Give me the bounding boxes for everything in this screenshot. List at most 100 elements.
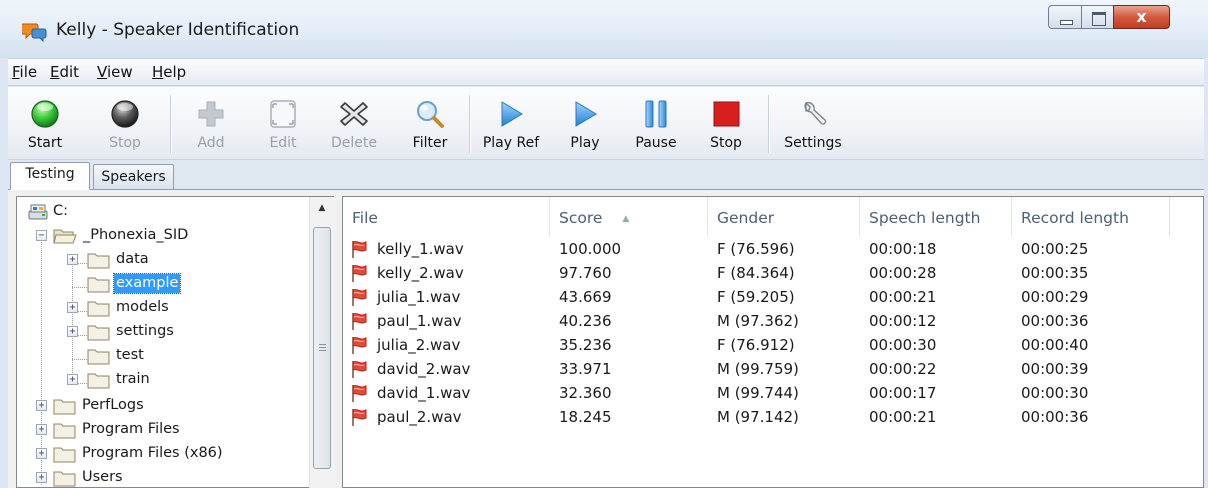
expand-icon: + <box>36 472 47 483</box>
tree-node-train[interactable]: + train <box>17 369 237 391</box>
cell-score: 18.245 <box>559 408 612 426</box>
play-label: Play <box>570 135 600 151</box>
cell-file: david_1.wav <box>377 384 471 402</box>
table-row[interactable]: julia_1.wav 43.669 F (59.205) 00:00:21 00:00… <box>343 286 1203 310</box>
cell-record-length: 00:00:29 <box>1021 288 1089 306</box>
table-row[interactable]: paul_2.wav 18.245 M (97.142) 00:00:21 00:00:… <box>343 406 1203 430</box>
cell-file: paul_2.wav <box>377 408 462 426</box>
grip-icon <box>319 344 326 352</box>
folder-tree-viewport: C: − _Phonexia_SID + data example + mode… <box>17 197 309 488</box>
stop-button[interactable]: Stop <box>98 87 152 160</box>
tree-node-program-files[interactable]: + Program Files <box>17 419 277 441</box>
tree-label: Program Files (x86) <box>82 445 223 461</box>
add-button[interactable]: Add <box>186 87 236 160</box>
expand-icon: + <box>67 302 78 313</box>
folder-icon <box>87 349 110 365</box>
pause-label: Pause <box>635 135 677 151</box>
cell-score: 32.360 <box>559 384 612 402</box>
app-logo-icon <box>22 23 47 42</box>
tree-node-users[interactable]: + Users <box>17 467 277 488</box>
cell-speech-length: 00:00:22 <box>869 360 937 378</box>
tree-node-settings[interactable]: + settings <box>17 321 237 343</box>
stop-playback-label: Stop <box>710 135 742 151</box>
tree-node-models[interactable]: + models <box>17 297 237 319</box>
column-header-gender[interactable]: Gender <box>708 197 860 237</box>
audio-flag-icon <box>352 337 367 354</box>
folder-icon <box>87 301 110 317</box>
cell-file: kelly_1.wav <box>377 240 464 258</box>
play-button[interactable]: Play <box>561 87 609 160</box>
column-header-record-length[interactable]: Record length <box>1012 197 1170 237</box>
filter-label: Filter <box>412 135 448 151</box>
title-bar[interactable]: Kelly - Speaker Identification x <box>0 0 1208 58</box>
tree-scrollbar[interactable]: ▲ <box>309 197 334 488</box>
folder-tree[interactable]: C: − _Phonexia_SID + data example + mode… <box>16 196 334 488</box>
tree-node-drive[interactable]: C: <box>23 201 143 223</box>
expand-icon: + <box>36 448 47 459</box>
cell-gender: F (76.596) <box>717 240 795 258</box>
expand-icon: + <box>67 374 78 385</box>
menu-help[interactable]: Help <box>152 63 186 81</box>
tree-node-example[interactable]: example <box>17 273 237 295</box>
pause-button[interactable]: Pause <box>628 87 684 160</box>
edit-frame-icon <box>270 100 296 128</box>
tab-testing[interactable]: Testing <box>10 162 90 190</box>
start-button[interactable]: Start <box>18 87 72 160</box>
close-button[interactable]: x <box>1113 5 1170 29</box>
cell-record-length: 00:00:40 <box>1021 336 1089 354</box>
tree-node-perflogs[interactable]: + PerfLogs <box>17 395 277 417</box>
sort-ascending-icon: ▲ <box>622 214 630 224</box>
cell-score: 40.236 <box>559 312 612 330</box>
table-row[interactable]: paul_1.wav 40.236 M (97.362) 00:00:12 00:00:… <box>343 310 1203 334</box>
tree-node-test[interactable]: test <box>17 345 237 367</box>
open-folder-icon <box>53 229 77 244</box>
collapse-icon: − <box>36 230 47 241</box>
filter-button[interactable]: Filter <box>402 87 458 160</box>
add-label: Add <box>197 135 225 151</box>
column-header-score[interactable]: Score ▲ <box>550 197 708 237</box>
table-row[interactable]: kelly_1.wav 100.000 F (76.596) 00:00:18 00:0… <box>343 238 1203 262</box>
menu-file[interactable]: File <box>12 63 37 81</box>
cell-record-length: 00:00:39 <box>1021 360 1089 378</box>
folder-icon <box>53 399 76 415</box>
scroll-up-icon[interactable]: ▲ <box>310 197 334 221</box>
cell-speech-length: 00:00:18 <box>869 240 937 258</box>
maximize-button[interactable] <box>1081 5 1114 29</box>
audio-flag-icon <box>352 241 367 258</box>
cell-record-length: 00:00:36 <box>1021 408 1089 426</box>
table-row[interactable]: julia_2.wav 35.236 F (76.912) 00:00:30 00:00… <box>343 334 1203 358</box>
delete-button[interactable]: Delete <box>326 87 382 160</box>
plus-icon <box>198 101 224 127</box>
toolbar-separator <box>768 95 769 153</box>
column-header-file[interactable]: File <box>343 197 550 237</box>
dark-circle-icon <box>111 100 139 128</box>
table-header: File Score ▲ Gender Speech length Record … <box>343 197 1203 237</box>
play-ref-button[interactable]: Play Ref <box>478 87 544 160</box>
tab-speakers[interactable]: Speakers <box>93 164 174 190</box>
folder-icon <box>87 325 110 341</box>
edit-label: Edit <box>269 135 297 151</box>
scrollbar-thumb[interactable] <box>313 227 331 469</box>
menu-edit[interactable]: Edit <box>50 63 79 81</box>
edit-button[interactable]: Edit <box>258 87 308 160</box>
menu-view[interactable]: View <box>97 63 133 81</box>
cell-score: 33.971 <box>559 360 612 378</box>
close-icon: x <box>1136 7 1147 26</box>
stop-playback-button[interactable]: Stop <box>700 87 752 160</box>
minimize-button[interactable] <box>1048 5 1082 29</box>
results-table[interactable]: File Score ▲ Gender Speech length Record … <box>342 196 1204 488</box>
table-row[interactable]: kelly_2.wav 97.760 F (84.364) 00:00:28 00:00… <box>343 262 1203 286</box>
tree-node-program-files-x86[interactable]: + Program Files (x86) <box>17 443 297 465</box>
expand-icon: + <box>36 400 47 411</box>
stop-square-icon <box>713 101 740 127</box>
tree-node-phonexia-sid[interactable]: − _Phonexia_SID <box>17 225 277 247</box>
cell-file: julia_1.wav <box>377 288 461 306</box>
column-header-speech-length[interactable]: Speech length <box>860 197 1012 237</box>
table-row[interactable]: david_1.wav 32.360 M (99.744) 00:00:17 00:00… <box>343 382 1203 406</box>
tree-label: PerfLogs <box>82 397 144 413</box>
tree-node-data[interactable]: + data <box>17 249 237 271</box>
tree-label: _Phonexia_SID <box>83 227 189 243</box>
settings-button[interactable]: Settings <box>778 87 848 160</box>
table-row[interactable]: david_2.wav 33.971 M (99.759) 00:00:22 00:00… <box>343 358 1203 382</box>
folder-icon <box>87 373 110 389</box>
